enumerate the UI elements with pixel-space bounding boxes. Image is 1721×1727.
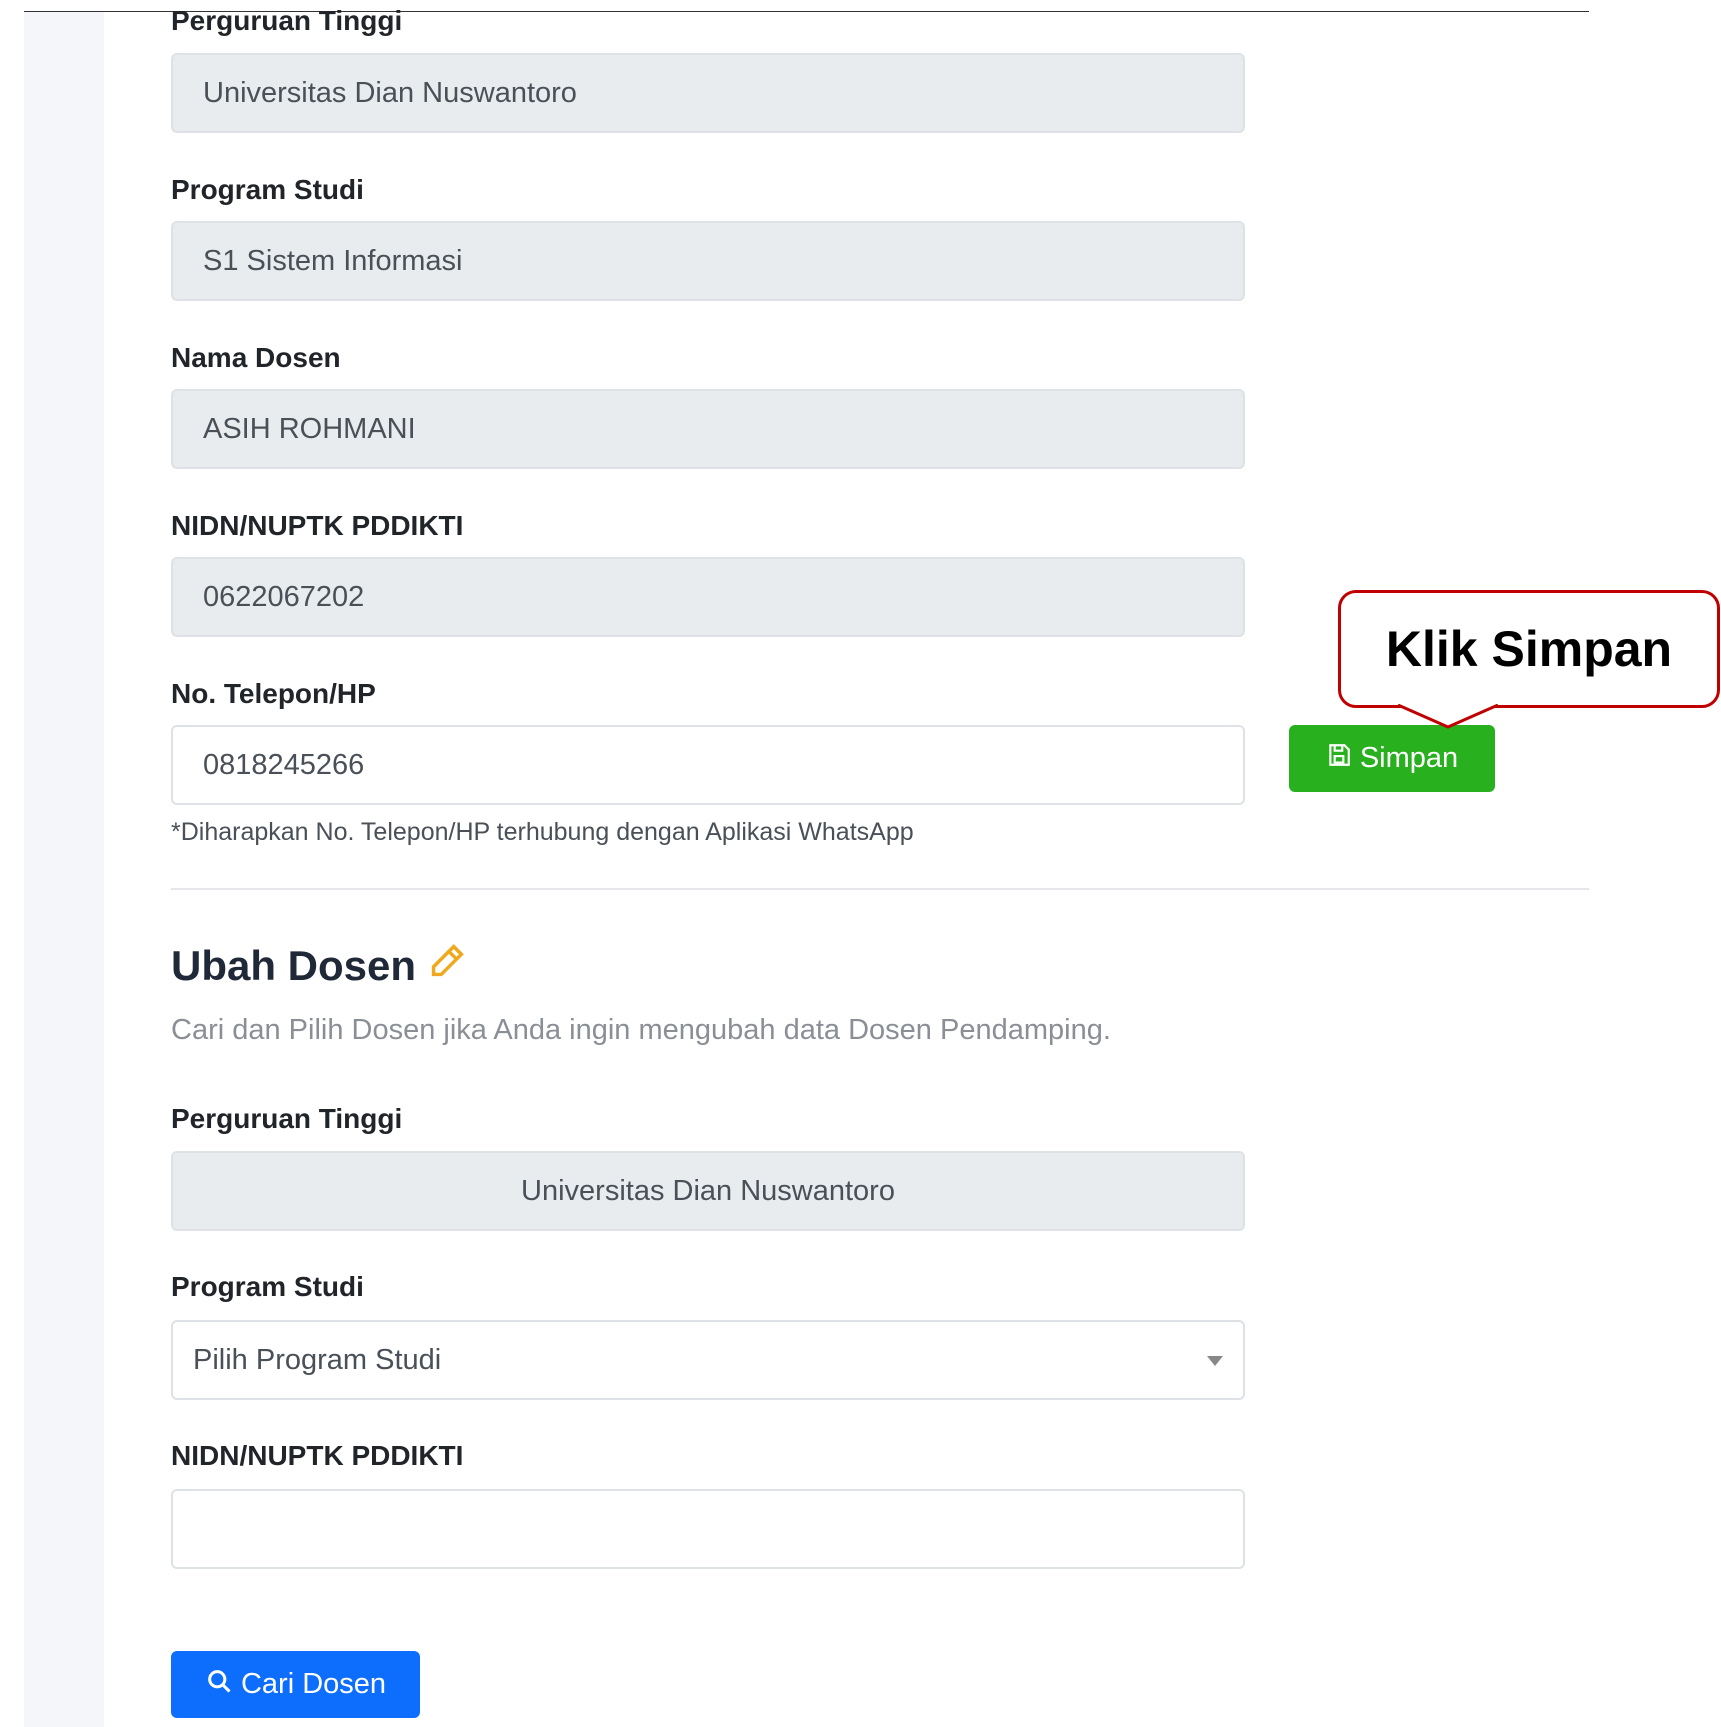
ubah-program-studi-label: Program Studi — [171, 1271, 364, 1302]
telepon-hint: *Diharapkan No. Telepon/HP terhubung den… — [171, 818, 914, 846]
program-studi-select[interactable]: Pilih Program Studi — [171, 1320, 1245, 1400]
chevron-down-icon — [1207, 1356, 1223, 1366]
pencil-icon — [424, 938, 470, 994]
search-icon — [205, 1667, 233, 1703]
ubah-dosen-title: Ubah Dosen — [171, 938, 470, 994]
callout-klik-simpan: Klik Simpan — [1338, 590, 1720, 708]
ubah-perguruan-tinggi-field: Universitas Dian Nuswantoro — [171, 1151, 1245, 1231]
ubah-dosen-title-text: Ubah Dosen — [171, 942, 417, 989]
ubah-dosen-description: Cari dan Pilih Dosen jika Anda ingin men… — [171, 1014, 1111, 1046]
cari-dosen-button[interactable]: Cari Dosen — [171, 1651, 420, 1718]
telepon-label: No. Telepon/HP — [171, 678, 376, 709]
ubah-nidn-label: NIDN/NUPTK PDDIKTI — [171, 1440, 464, 1471]
ubah-perguruan-tinggi-label: Perguruan Tinggi — [171, 1103, 403, 1134]
program-studi-select-value: Pilih Program Studi — [193, 1344, 442, 1376]
telepon-input[interactable]: 0818245266 — [171, 725, 1245, 805]
nidn-label: NIDN/NUPTK PDDIKTI — [171, 510, 464, 541]
simpan-button[interactable]: Simpan — [1289, 725, 1495, 792]
cari-dosen-button-label: Cari Dosen — [240, 1668, 387, 1700]
program-studi-field: S1 Sistem Informasi — [171, 221, 1245, 301]
nidn-input[interactable] — [171, 1489, 1245, 1569]
floppy-disk-icon — [1326, 742, 1352, 776]
left-sidebar-strip — [24, 12, 104, 1727]
callout-tail — [1398, 704, 1498, 729]
program-studi-label: Program Studi — [171, 174, 364, 205]
perguruan-tinggi-field: Universitas Dian Nuswantoro — [171, 53, 1245, 133]
perguruan-tinggi-label: Perguruan Tinggi — [171, 5, 403, 36]
nama-dosen-field: ASIH ROHMANI — [171, 389, 1245, 469]
section-divider — [171, 888, 1589, 890]
simpan-button-label: Simpan — [1359, 742, 1459, 774]
nama-dosen-label: Nama Dosen — [171, 342, 341, 373]
nidn-field: 0622067202 — [171, 557, 1245, 637]
